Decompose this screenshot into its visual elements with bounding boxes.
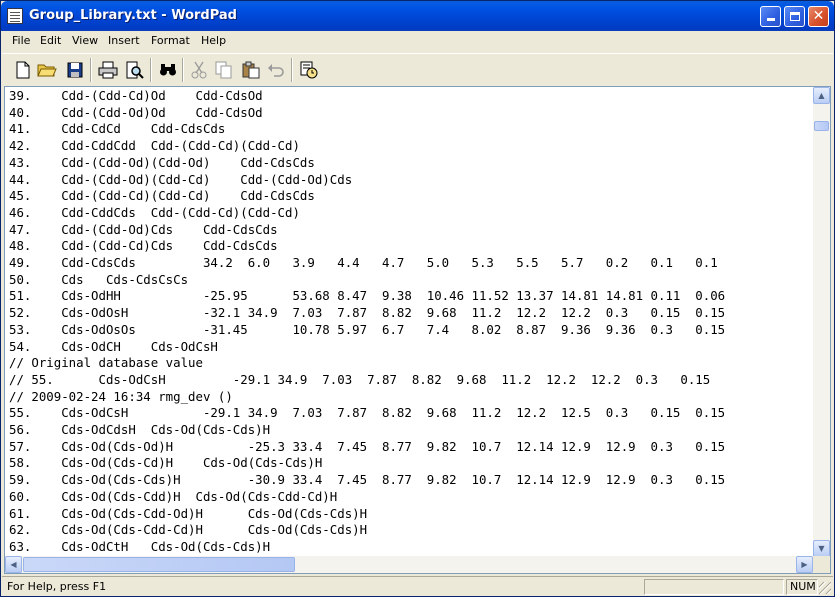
text-line[interactable]: 48. Cdd-(Cdd-Cd)Cds Cdd-CdsCds (9, 238, 278, 255)
text-line[interactable]: // Original database value (9, 355, 203, 372)
undo-icon (268, 64, 284, 77)
new-button[interactable] (13, 60, 33, 80)
menu-format[interactable]: Format (151, 34, 190, 47)
find-icon (160, 64, 176, 76)
insert-datetime-button[interactable] (299, 60, 319, 80)
cut-button[interactable] (189, 60, 209, 80)
status-help-text: For Help, press F1 (7, 580, 107, 593)
menu-help[interactable]: Help (201, 34, 226, 47)
scroll-left-icon: ◀ (10, 560, 17, 569)
find-button[interactable] (158, 60, 178, 80)
scroll-up-icon: ▲ (818, 91, 825, 100)
minimize-button[interactable] (760, 6, 781, 27)
resize-grip[interactable] (819, 582, 831, 594)
status-bar: For Help, press F1 NUM (2, 576, 833, 596)
scroll-down-button[interactable]: ▼ (813, 540, 830, 557)
text-line[interactable]: 63. Cds-OdCtH Cds-Od(Cds-Cds)H (9, 539, 270, 556)
menu-insert[interactable]: Insert (108, 34, 140, 47)
print-icon (98, 61, 118, 79)
text-line[interactable]: // 2009-02-24 16:34 rmg_dev () (9, 389, 233, 406)
menu-bar: File Edit View Insert Format Help (2, 31, 833, 51)
toolbar-separator (291, 58, 293, 82)
text-line[interactable]: 40. Cdd-(Cdd-Od)Od Cdd-CdsOd (9, 105, 263, 122)
close-button[interactable]: ✕ (808, 6, 829, 27)
toolbar (2, 53, 833, 85)
scroll-down-icon: ▼ (818, 544, 825, 553)
text-line[interactable]: 59. Cds-Od(Cds-Cds)H -30.9 33.4 7.45 8.7… (9, 472, 725, 489)
num-lock-indicator: NUM (786, 579, 818, 595)
copy-button[interactable] (214, 60, 234, 80)
close-icon: ✕ (812, 8, 825, 24)
text-line[interactable]: 51. Cds-OdHH -25.95 53.68 8.47 9.38 10.4… (9, 288, 725, 305)
cut-icon (191, 61, 207, 79)
print-preview-button[interactable] (125, 60, 145, 80)
vertical-scroll-thumb[interactable] (814, 121, 829, 131)
maximize-icon (789, 12, 800, 21)
text-line[interactable]: 49. Cdd-CdsCds 34.2 6.0 3.9 4.4 4.7 5.0 … (9, 255, 718, 272)
new-icon (16, 61, 30, 79)
text-line[interactable]: 50. Cds Cds-CdsCsCs (9, 272, 188, 289)
scroll-up-button[interactable]: ▲ (813, 87, 830, 104)
save-icon (67, 62, 83, 78)
title-bar[interactable]: Group_Library.txt - WordPad ✕ (1, 1, 834, 31)
save-button[interactable] (65, 60, 85, 80)
toolbar-separator (182, 58, 184, 82)
print-button[interactable] (98, 60, 118, 80)
menu-file[interactable]: File (12, 34, 30, 47)
paste-icon (242, 61, 260, 79)
text-line[interactable]: 39. Cdd-(Cdd-Cd)Od Cdd-CdsOd (9, 88, 263, 105)
menu-edit[interactable]: Edit (40, 34, 61, 47)
text-line[interactable]: 47. Cdd-(Cdd-Od)Cds Cdd-CdsCds (9, 222, 278, 239)
wordpad-window: Group_Library.txt - WordPad ✕ File Edit … (0, 0, 835, 597)
text-line[interactable]: // 55. Cds-OdCsH -29.1 34.9 7.03 7.87 8.… (9, 372, 710, 389)
document-text[interactable]: 39. Cdd-(Cdd-Cd)Od Cdd-CdsOd 40. Cdd-(Cdd… (5, 87, 813, 557)
text-line[interactable]: 61. Cds-Od(Cds-Cdd-Od)H Cds-Od(Cds-Cds)H (9, 506, 367, 523)
print-preview-icon (126, 61, 144, 79)
open-button[interactable] (37, 60, 57, 80)
text-line[interactable]: 57. Cds-Od(Cds-Od)H -25.3 33.4 7.45 8.77… (9, 439, 725, 456)
toolbar-separator (90, 58, 92, 82)
text-line[interactable]: 55. Cds-OdCsH -29.1 34.9 7.03 7.87 8.82 … (9, 405, 725, 422)
text-line[interactable]: 45. Cdd-(Cdd-Cd)(Cdd-Cd) Cdd-CdsCds (9, 188, 315, 205)
scroll-right-button[interactable]: ▶ (796, 556, 813, 573)
text-line[interactable]: 43. Cdd-(Cdd-Od)(Cdd-Od) Cdd-CdsCds (9, 155, 315, 172)
minimize-icon (766, 18, 775, 21)
maximize-button[interactable] (784, 6, 805, 27)
paste-button[interactable] (241, 60, 261, 80)
text-line[interactable]: 53. Cds-OdOsOs -31.45 10.78 5.97 6.7 7.4… (9, 322, 725, 339)
text-line[interactable]: 42. Cdd-CddCdd Cdd-(Cdd-Cd)(Cdd-Cd) (9, 138, 300, 155)
text-line[interactable]: 56. Cds-OdCdsH Cds-Od(Cds-Cds)H (9, 422, 270, 439)
insert-datetime-icon (300, 61, 318, 79)
text-line[interactable]: 44. Cdd-(Cdd-Od)(Cdd-Cd) Cdd-(Cdd-Od)Cds (9, 172, 352, 189)
scrollbar-corner (813, 556, 830, 573)
text-line[interactable]: 62. Cds-Od(Cds-Cdd-Cd)H Cds-Od(Cds-Cds)H (9, 522, 367, 539)
text-line[interactable]: 60. Cds-Od(Cds-Cdd)H Cds-Od(Cds-Cdd-Cd)H (9, 489, 337, 506)
open-icon (37, 64, 57, 77)
vertical-scrollbar[interactable]: ▲ ▼ (813, 87, 830, 557)
status-panel (644, 579, 784, 595)
text-line[interactable]: 52. Cds-OdOsH -32.1 34.9 7.03 7.87 8.82 … (9, 305, 725, 322)
text-line[interactable]: 54. Cds-OdCH Cds-OdCsH (9, 339, 218, 356)
wordpad-app-icon[interactable] (7, 8, 23, 24)
scroll-left-button[interactable]: ◀ (5, 556, 22, 573)
undo-button[interactable] (266, 60, 286, 80)
horizontal-scroll-thumb[interactable] (23, 557, 295, 572)
window-title: Group_Library.txt - WordPad (29, 8, 237, 23)
copy-icon (215, 61, 232, 79)
text-line[interactable]: 58. Cds-Od(Cds-Cd)H Cds-Od(Cds-Cds)H (9, 455, 322, 472)
horizontal-scrollbar[interactable]: ◀ ▶ (5, 556, 813, 573)
text-line[interactable]: 41. Cdd-CdCd Cdd-CdsCds (9, 121, 225, 138)
toolbar-separator (150, 58, 152, 82)
document-editor[interactable]: 39. Cdd-(Cdd-Cd)Od Cdd-CdsOd 40. Cdd-(Cdd… (4, 86, 831, 574)
menu-view[interactable]: View (72, 34, 98, 47)
scroll-right-icon: ▶ (801, 560, 808, 569)
text-line[interactable]: 46. Cdd-CddCds Cdd-(Cdd-Cd)(Cdd-Cd) (9, 205, 300, 222)
